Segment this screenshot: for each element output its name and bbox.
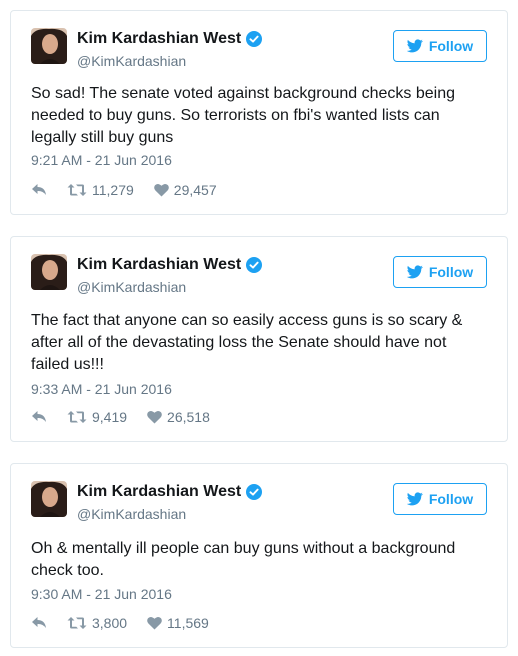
- like-button[interactable]: 26,518: [147, 409, 210, 425]
- author-name[interactable]: Kim Kardashian West: [77, 256, 241, 274]
- avatar[interactable]: [31, 481, 67, 517]
- retweet-count: 3,800: [92, 615, 128, 631]
- retweet-icon: [67, 617, 87, 629]
- reply-icon: [32, 411, 46, 422]
- retweet-count: 11,279: [92, 182, 134, 198]
- reply-button[interactable]: [31, 410, 47, 424]
- like-button[interactable]: 29,457: [153, 182, 217, 198]
- bird-icon: [406, 265, 423, 279]
- heart-icon: [147, 616, 162, 630]
- tweet-text: So sad! The senate voted against backgro…: [31, 85, 455, 146]
- follow-button[interactable]: Follow: [393, 256, 487, 288]
- like-count: 26,518: [167, 409, 210, 425]
- bird-icon: [406, 492, 423, 506]
- like-button[interactable]: 11,569: [147, 615, 209, 631]
- follow-label: Follow: [428, 491, 474, 507]
- like-count: 29,457: [173, 182, 217, 198]
- bird-icon: [406, 39, 423, 53]
- like-count: 11,569: [167, 615, 209, 631]
- verified-badge-icon: [246, 31, 263, 47]
- retweet-icon: [67, 184, 87, 196]
- verified-badge-icon: [246, 257, 263, 273]
- heart-icon: [153, 183, 169, 197]
- tweet-timestamp[interactable]: 9:33 AM - 21 Jun 2016: [31, 381, 172, 397]
- author-handle[interactable]: @KimKardashian: [77, 506, 186, 522]
- retweet-button[interactable]: 9,419: [67, 409, 127, 425]
- verified-badge-icon: [246, 484, 263, 500]
- follow-label: Follow: [428, 264, 474, 280]
- author-handle[interactable]: @KimKardashian: [77, 53, 186, 69]
- avatar[interactable]: [31, 254, 67, 290]
- retweet-icon: [67, 411, 87, 423]
- reply-icon: [32, 184, 46, 195]
- tweet-timestamp[interactable]: 9:21 AM - 21 Jun 2016: [31, 152, 172, 168]
- follow-label: Follow: [428, 38, 474, 54]
- retweet-count: 9,419: [92, 409, 128, 425]
- retweet-button[interactable]: 3,800: [67, 615, 127, 631]
- tweet-card: Kim Kardashian West @KimKardashian Follo…: [10, 10, 508, 215]
- heart-icon: [147, 410, 162, 424]
- follow-button[interactable]: Follow: [393, 483, 487, 515]
- author-name[interactable]: Kim Kardashian West: [77, 483, 241, 501]
- tweet-text: Oh & mentally ill people can buy guns wi…: [31, 540, 456, 579]
- reply-button[interactable]: [31, 616, 47, 630]
- retweet-button[interactable]: 11,279: [67, 182, 134, 198]
- avatar[interactable]: [31, 28, 67, 64]
- reply-button[interactable]: [31, 183, 47, 197]
- reply-icon: [32, 617, 46, 628]
- tweet-timestamp[interactable]: 9:30 AM - 21 Jun 2016: [31, 586, 172, 602]
- follow-button[interactable]: Follow: [393, 30, 487, 62]
- tweet-card: Kim Kardashian West @KimKardashian Follo…: [10, 463, 508, 648]
- tweet-text: The fact that anyone can so easily acces…: [31, 312, 463, 373]
- author-handle[interactable]: @KimKardashian: [77, 279, 186, 295]
- tweet-card: Kim Kardashian West @KimKardashian Follo…: [10, 236, 508, 442]
- author-name[interactable]: Kim Kardashian West: [77, 30, 241, 48]
